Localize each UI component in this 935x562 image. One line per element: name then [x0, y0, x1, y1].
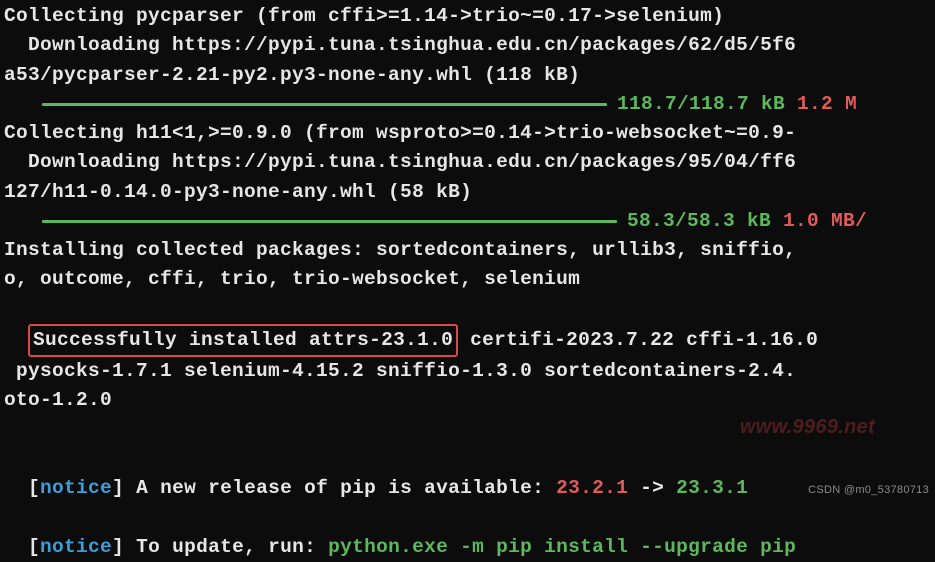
download-line: Downloading https://pypi.tuna.tsinghua.e…: [4, 148, 931, 177]
progress-bar: [42, 103, 607, 106]
collect-line: Collecting pycparser (from cffi>=1.14->t…: [4, 2, 931, 31]
success-line: pysocks-1.7.1 selenium-4.15.2 sniffio-1.…: [4, 357, 931, 386]
success-rest: certifi-2023.7.22 cffi-1.16.0: [458, 329, 818, 351]
download-line: 127/h11-0.14.0-py3-none-any.whl (58 kB): [4, 178, 931, 207]
old-version: 23.2.1: [556, 477, 628, 499]
notice-tag: notice: [40, 477, 112, 499]
progress-row: 58.3/58.3 kB 1.0 MB/: [4, 207, 931, 236]
progress-speed: 1.0 MB/: [771, 207, 867, 236]
arrow: ->: [628, 477, 676, 499]
download-line: Downloading https://pypi.tuna.tsinghua.e…: [4, 31, 931, 60]
update-command: python.exe -m pip install --upgrade pip: [328, 536, 796, 558]
new-version: 23.3.1: [676, 477, 748, 499]
download-line: a53/pycparser-2.21-py2.py3-none-any.whl …: [4, 61, 931, 90]
install-line: Installing collected packages: sortedcon…: [4, 236, 931, 265]
progress-done: 58.3/58.3 kB: [627, 207, 771, 236]
bracket-close: ]: [112, 477, 136, 499]
notice-text: To update, run:: [136, 536, 328, 558]
notice-text: A new release of pip is available:: [136, 477, 556, 499]
progress-bar: [42, 220, 617, 223]
notice-line: [notice] A new release of pip is availab…: [4, 445, 931, 504]
success-line: Successfully installed attrs-23.1.0 cert…: [4, 295, 931, 358]
success-line: oto-1.2.0: [4, 386, 931, 415]
bracket-open: [: [28, 477, 40, 499]
highlight-box: Successfully installed attrs-23.1.0: [28, 324, 458, 357]
terminal-output: Collecting pycparser (from cffi>=1.14->t…: [4, 2, 931, 562]
install-line: o, outcome, cffi, trio, trio-websocket, …: [4, 265, 931, 294]
progress-speed: 1.2 M: [785, 90, 857, 119]
bracket-open: [: [28, 536, 40, 558]
bracket-close: ]: [112, 536, 136, 558]
notice-line: [notice] To update, run: python.exe -m p…: [4, 503, 931, 562]
notice-tag: notice: [40, 536, 112, 558]
progress-row: 118.7/118.7 kB 1.2 M: [4, 90, 931, 119]
collect-line: Collecting h11<1,>=0.9.0 (from wsproto>=…: [4, 119, 931, 148]
blank-line: [4, 416, 931, 445]
progress-done: 118.7/118.7 kB: [617, 90, 785, 119]
